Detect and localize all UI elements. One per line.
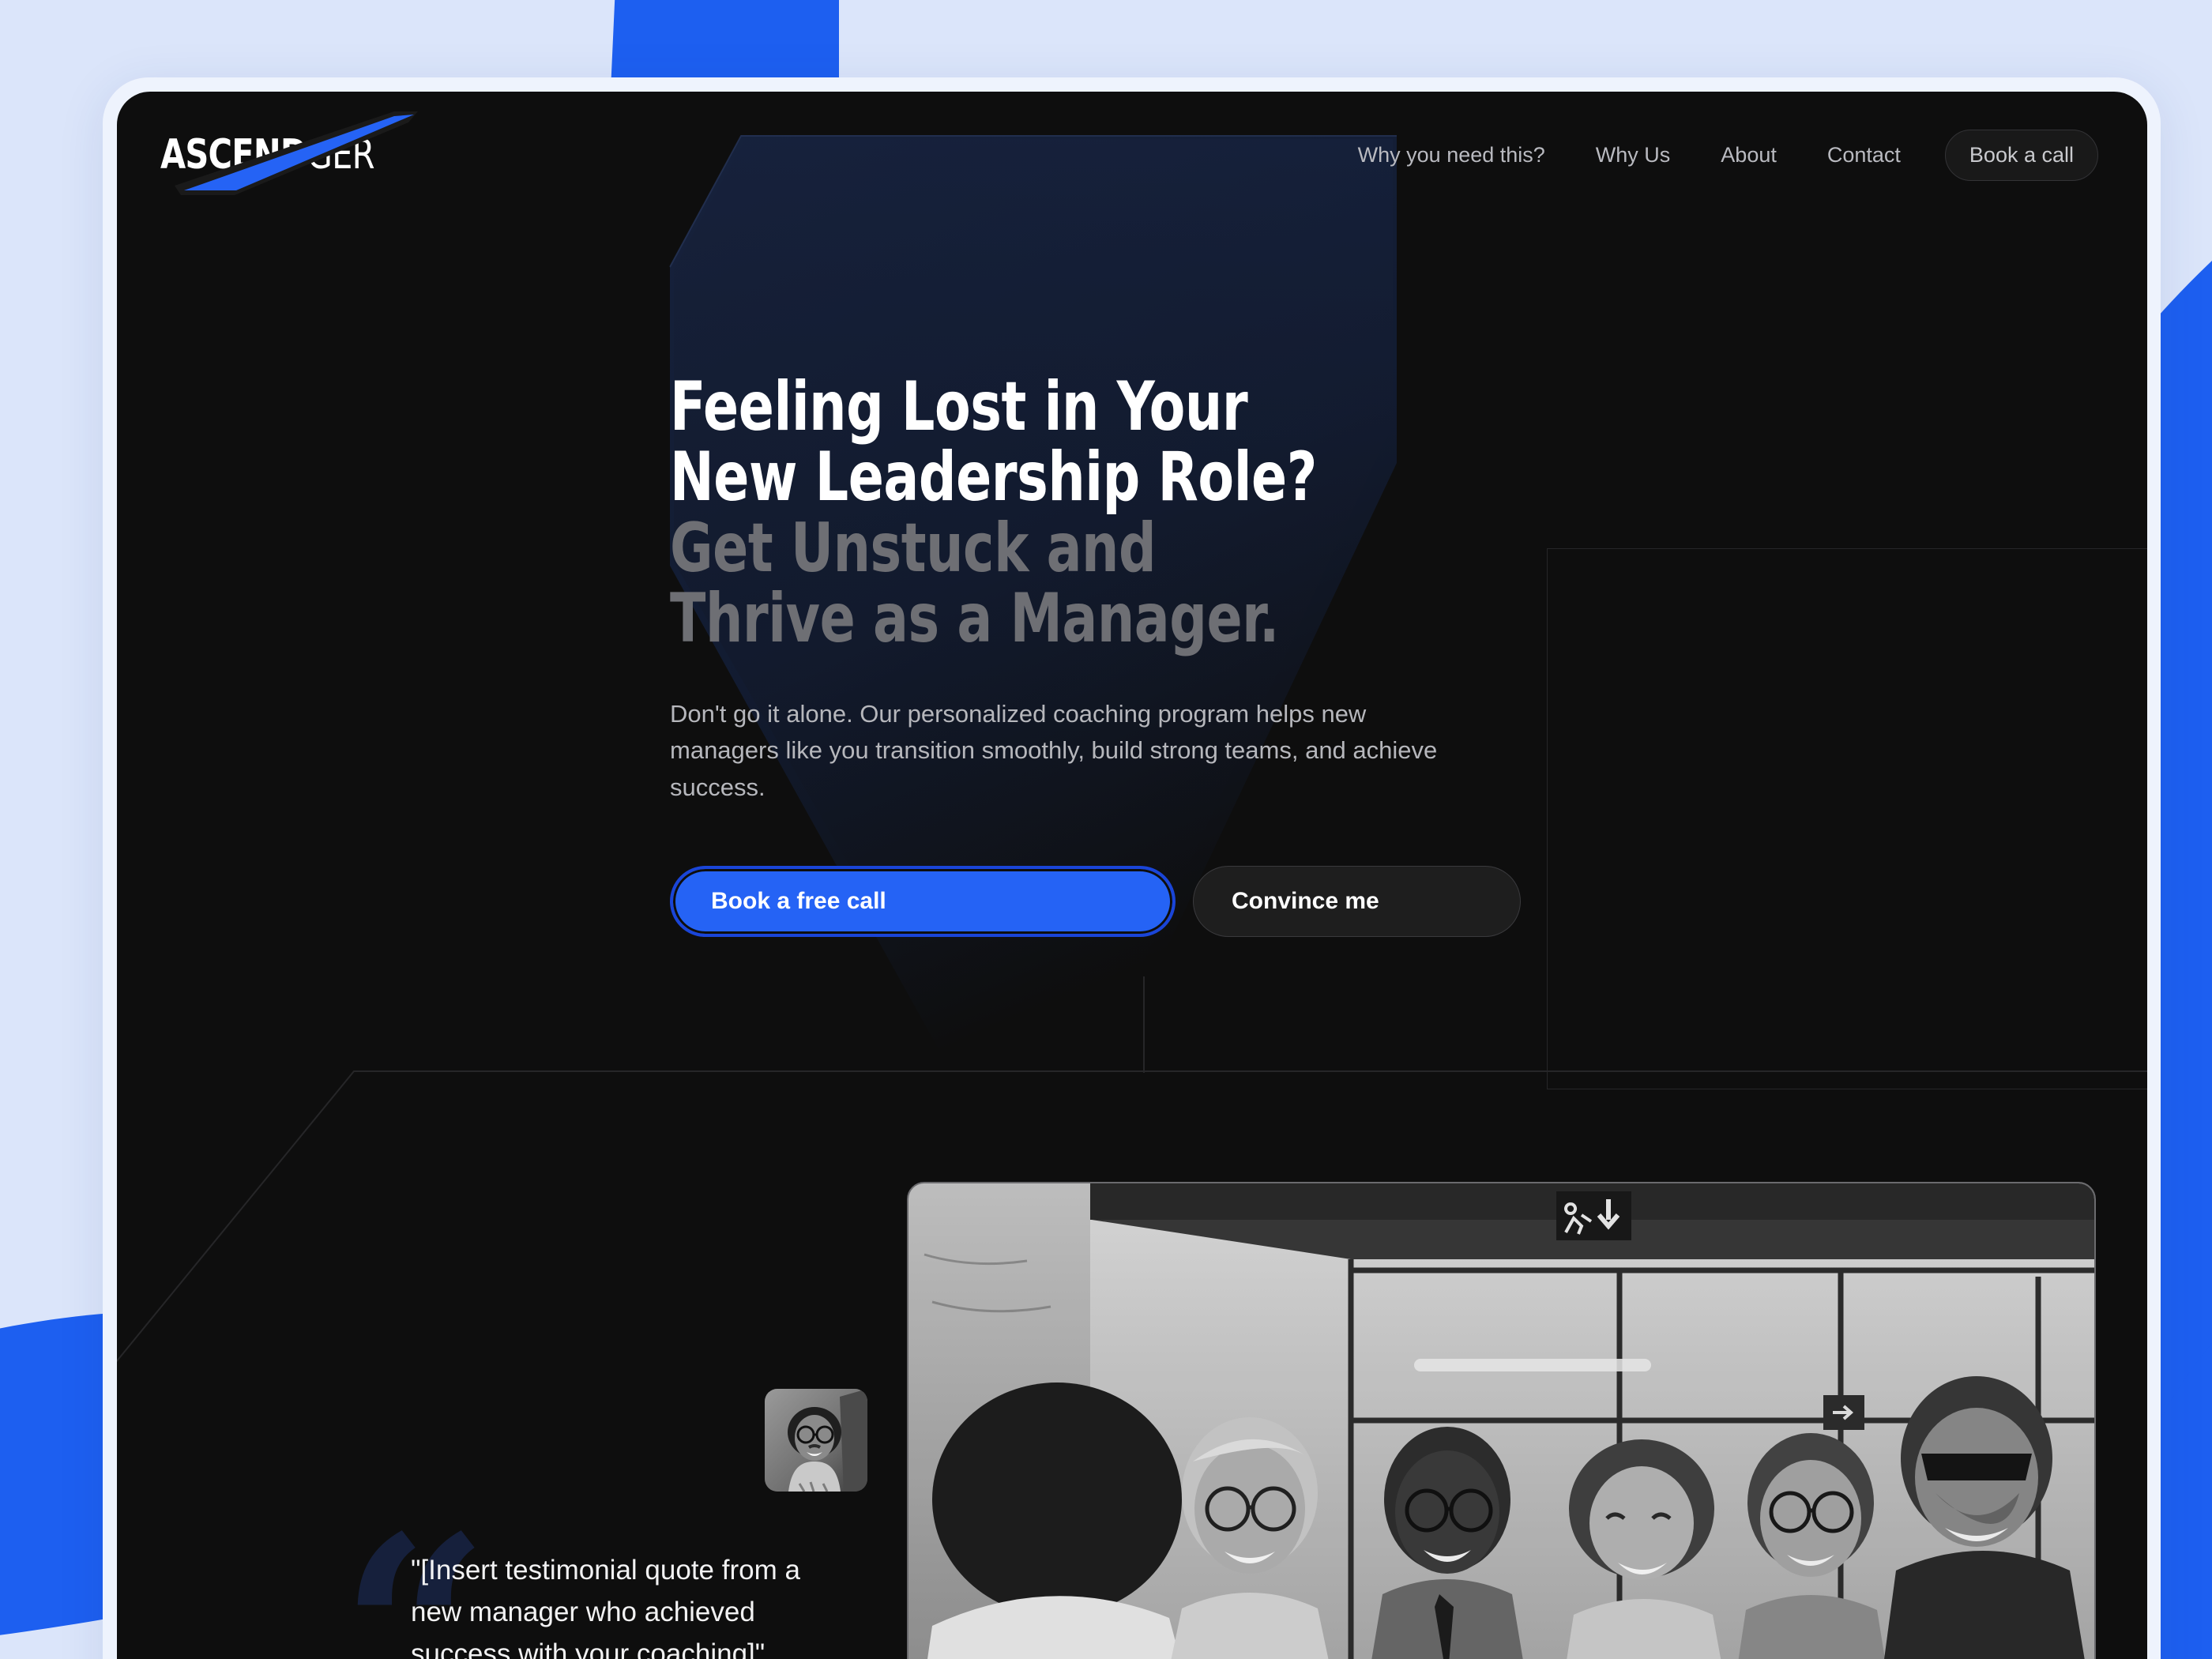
hero-headline-line1: Feeling Lost in Your — [670, 367, 1248, 446]
hero-description: Don't go it alone. Our personalized coac… — [670, 699, 1438, 801]
nav-item-why-you-need-this[interactable]: Why you need this? — [1333, 143, 1571, 167]
team-photo — [907, 1182, 2096, 1659]
hero-headline-line2: New Leadership Role? — [670, 438, 1317, 517]
hero-content: Feeling Lost in Your New Leadership Role… — [670, 367, 1697, 938]
team-photo-image — [908, 1183, 2094, 1659]
hero-subheadline-line2: Thrive as a Manager. — [670, 579, 1279, 659]
book-a-free-call-button[interactable]: Book a free call — [670, 866, 1176, 938]
nav-item-why-us[interactable]: Why Us — [1571, 143, 1696, 167]
site-header: ASCEND GER Why you need this? Why Us Abou… — [117, 92, 2147, 218]
hero-section: Feeling Lost in Your New Leadership Role… — [117, 92, 2147, 1063]
main-navigation: Why you need this? Why Us About Contact … — [1333, 129, 2098, 181]
testimonial-quote: "[Insert testimonial quote from a new ma… — [411, 1555, 800, 1659]
website-page: ASCEND GER Why you need this? Why Us Abou… — [117, 92, 2147, 1659]
avatar-portrait-icon — [765, 1389, 867, 1492]
hero-subheadline-line1: Get Unstuck and — [670, 508, 1157, 588]
nav-item-about[interactable]: About — [1695, 143, 1802, 167]
logo[interactable]: ASCEND GER — [160, 111, 421, 195]
convince-me-button[interactable]: Convince me — [1193, 866, 1521, 938]
nav-item-contact[interactable]: Contact — [1802, 143, 1926, 167]
hero-cta-group: Book a free call Convince me — [670, 866, 1697, 938]
avatar — [765, 1389, 867, 1492]
logo-slash-icon — [175, 111, 418, 195]
book-a-call-button[interactable]: Book a call — [1944, 129, 2098, 181]
